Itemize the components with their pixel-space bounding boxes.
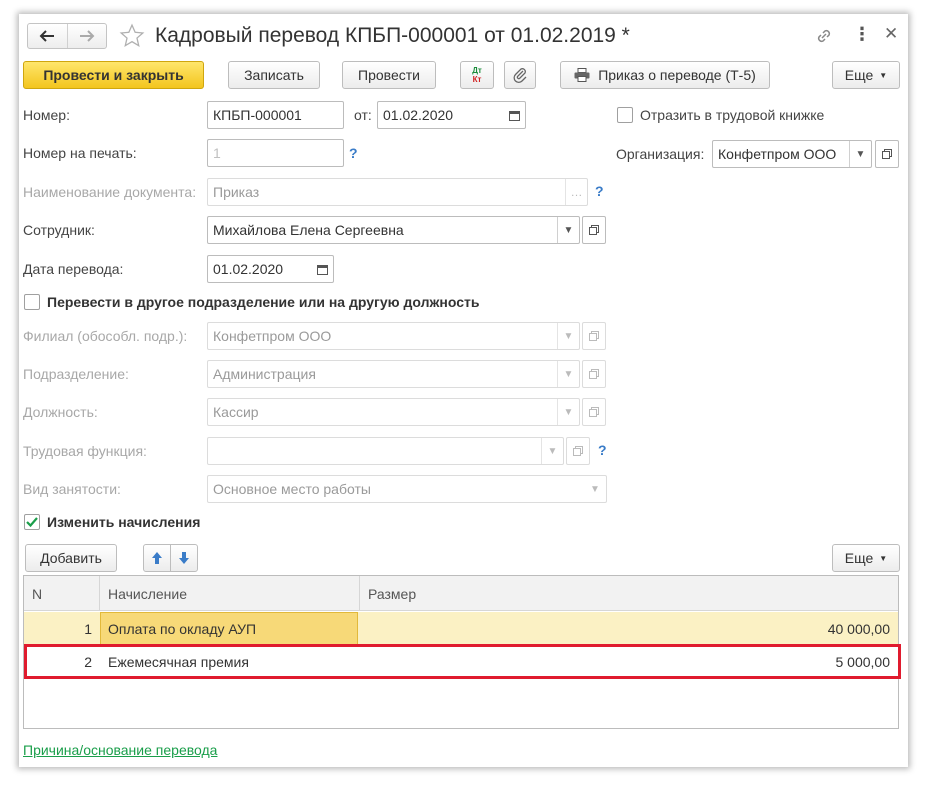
organization-field[interactable]: Конфетпром ООО ▼ (712, 140, 872, 168)
arrow-down-icon (179, 552, 189, 564)
transfer-date-field[interactable]: 01.02.2020 (207, 255, 334, 283)
row-highlight-frame (24, 644, 901, 679)
help-icon[interactable]: ? (349, 145, 358, 161)
organization-label: Организация: (616, 146, 705, 162)
table-more-button[interactable]: Еще ▼ (832, 544, 900, 572)
page-title: Кадровый перевод КПБП-000001 от 01.02.20… (155, 24, 630, 47)
table-header: N Начисление Размер (24, 576, 898, 611)
checkmark-icon (26, 517, 38, 528)
reason-link[interactable]: Причина/основание перевода (23, 742, 217, 758)
post-and-close-button[interactable]: Провести и закрыть (23, 61, 204, 89)
transfer-checkbox[interactable] (24, 294, 40, 310)
row-accrual[interactable]: Оплата по окладу АУП (100, 612, 358, 645)
move-up-button[interactable] (143, 544, 171, 572)
back-arrow-icon[interactable] (28, 24, 68, 48)
forward-arrow-icon[interactable] (68, 24, 107, 48)
row-number: 1 (84, 620, 92, 637)
print-number-field[interactable]: 1 (207, 139, 344, 167)
calendar-icon[interactable] (503, 102, 525, 128)
dropdown-arrow-icon[interactable]: ▼ (541, 438, 563, 464)
column-n[interactable]: N (24, 576, 100, 611)
open-labor-function-icon[interactable] (566, 437, 590, 465)
paperclip-icon (513, 68, 527, 83)
employment-field[interactable]: Основное место работы ▼ (207, 475, 607, 503)
number-field[interactable]: КПБП-000001 (207, 101, 344, 129)
labor-function-field[interactable]: ▼ (207, 437, 564, 465)
dropdown-arrow-icon[interactable]: ▼ (557, 323, 579, 349)
nav-buttons (27, 23, 107, 49)
branch-label: Филиал (обособл. подр.): (23, 328, 188, 344)
date-field[interactable]: 01.02.2020 (377, 101, 526, 129)
column-accrual[interactable]: Начисление (100, 576, 360, 611)
dropdown-arrow-icon[interactable]: ▼ (584, 476, 606, 502)
open-employee-icon[interactable] (582, 216, 606, 244)
transfer-checkbox-label: Перевести в другое подразделение или на … (47, 294, 480, 310)
calendar-icon[interactable] (311, 256, 333, 282)
print-order-button[interactable]: Приказ о переводе (Т-5) (560, 61, 770, 89)
open-position-icon[interactable] (582, 398, 606, 426)
dropdown-arrow-icon[interactable]: ▼ (557, 361, 579, 387)
dropdown-arrow-icon: ▼ (879, 553, 888, 563)
employment-label: Вид занятости: (23, 481, 121, 497)
from-label: от: (354, 107, 372, 123)
ellipsis-icon[interactable]: … (565, 179, 587, 205)
dropdown-arrow-icon[interactable]: ▼ (849, 141, 871, 167)
open-branch-icon[interactable] (582, 322, 606, 350)
post-button[interactable]: Провести (342, 61, 436, 89)
labor-function-label: Трудовая функция: (23, 443, 147, 459)
more-button[interactable]: Еще ▼ (832, 61, 900, 89)
dropdown-arrow-icon[interactable]: ▼ (557, 217, 579, 243)
printer-icon (574, 68, 590, 82)
attach-button[interactable] (504, 61, 536, 89)
branch-field[interactable]: Конфетпром ООО ▼ (207, 322, 580, 350)
transfer-date-label: Дата перевода: (23, 261, 124, 277)
open-department-icon[interactable] (582, 360, 606, 388)
doc-name-field[interactable]: Приказ … (207, 178, 588, 206)
open-organization-icon[interactable] (875, 140, 899, 168)
change-accruals-checkbox[interactable] (24, 514, 40, 530)
move-down-button[interactable] (170, 544, 198, 572)
row-amount: 40 000,00 (827, 620, 890, 637)
position-label: Должность: (23, 404, 98, 420)
dt-kt-button[interactable]: Дт Кт (460, 61, 494, 89)
dt-kt-icon: Дт Кт (472, 66, 482, 84)
more-menu-icon[interactable]: ⋮ (853, 24, 871, 45)
link-icon[interactable] (814, 26, 834, 49)
add-button[interactable]: Добавить (25, 544, 117, 572)
table-row[interactable]: 1 Оплата по окладу АУП 40 000,00 (24, 612, 898, 645)
document-window: Кадровый перевод КПБП-000001 от 01.02.20… (19, 14, 908, 767)
reflect-in-workbook-checkbox[interactable] (617, 107, 633, 123)
help-icon[interactable]: ? (598, 442, 607, 458)
dropdown-arrow-icon[interactable]: ▼ (557, 399, 579, 425)
doc-name-label: Наименование документа: (23, 184, 197, 200)
star-icon[interactable] (119, 23, 145, 52)
employee-label: Сотрудник: (23, 222, 95, 238)
position-field[interactable]: Кассир ▼ (207, 398, 580, 426)
close-icon[interactable]: ✕ (884, 24, 898, 44)
change-accruals-label: Изменить начисления (47, 514, 201, 530)
employee-field[interactable]: Михайлова Елена Сергеевна ▼ (207, 216, 580, 244)
department-label: Подразделение: (23, 366, 129, 382)
save-button[interactable]: Записать (228, 61, 320, 89)
dropdown-arrow-icon: ▼ (879, 70, 888, 80)
help-icon[interactable]: ? (595, 183, 604, 199)
arrow-up-icon (152, 552, 162, 564)
number-label: Номер: (23, 107, 70, 123)
print-number-label: Номер на печать: (23, 145, 137, 161)
reflect-in-workbook-label: Отразить в трудовой книжке (640, 107, 825, 123)
department-field[interactable]: Администрация ▼ (207, 360, 580, 388)
column-amount[interactable]: Размер (360, 576, 900, 611)
